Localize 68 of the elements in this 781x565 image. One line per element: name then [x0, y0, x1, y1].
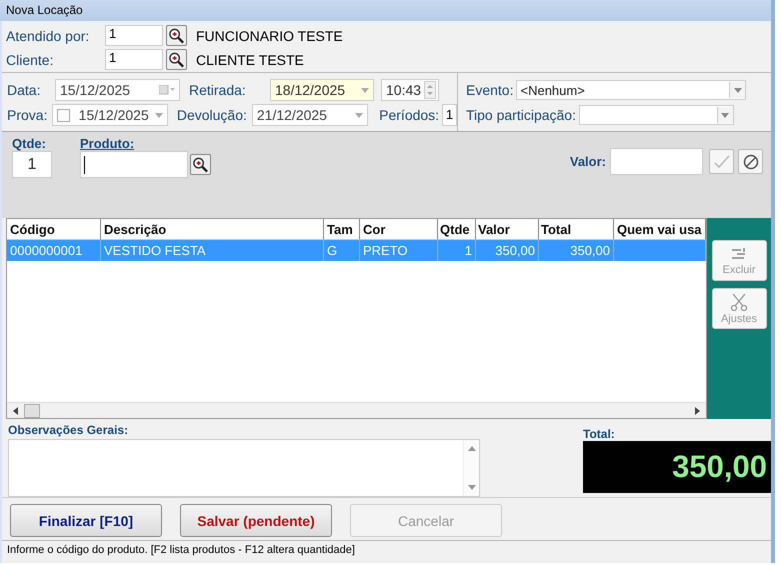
horizontal-scrollbar[interactable]: [7, 402, 706, 418]
table-cell: 350,00: [476, 240, 539, 261]
table-cell: 350,00: [539, 240, 614, 261]
person-name: CLIENTE TESTE: [196, 52, 304, 68]
field-label: Data:: [7, 82, 42, 98]
field-label: Qtde:: [12, 136, 47, 151]
field-label: Devolução:: [176, 107, 248, 123]
person-name: FUNCIONARIO TESTE: [196, 28, 343, 44]
quantity-field[interactable]: 1: [12, 151, 52, 178]
check-icon: [714, 154, 730, 168]
dropdown-icon: [355, 112, 364, 118]
date-field[interactable]: 15/12/2025: [52, 104, 168, 126]
total-display: 350,00: [583, 441, 771, 493]
table-cell: 0000000001: [7, 240, 101, 261]
status-bar: Informe o código do produto. [F2 lista produtos - F12 altera quantidade]: [2, 540, 771, 561]
field-label: Evento:: [466, 82, 514, 98]
action-button[interactable]: Finalizar [F10]: [10, 504, 162, 537]
field-label: Cliente:: [6, 52, 54, 68]
delete-rows-icon: [730, 246, 748, 262]
cancel-button[interactable]: [738, 149, 763, 174]
scroll-left-icon: [13, 406, 18, 414]
spinner-icon: [424, 81, 436, 99]
window-title: Nova Locação: [6, 3, 83, 17]
search-icon: [192, 156, 209, 174]
dropdown-icon: [361, 88, 369, 92]
search-button[interactable]: [166, 49, 187, 70]
dropdown-icon: [154, 112, 163, 118]
vertical-scrollbar[interactable]: [463, 440, 479, 496]
table-cell: VESTIDO FESTA: [101, 240, 324, 261]
table-cell: G: [324, 240, 360, 261]
field-label: Períodos:: [379, 107, 440, 123]
scroll-down-icon: [468, 485, 476, 490]
scroll-thumb[interactable]: [24, 404, 40, 418]
table-cell: PRETO: [360, 240, 438, 261]
scroll-up-icon: [468, 446, 476, 451]
price-field[interactable]: [610, 148, 703, 175]
participation-dropdown[interactable]: [578, 105, 734, 125]
code-field[interactable]: 1: [105, 25, 163, 46]
dropdown-icon: [734, 88, 742, 92]
event-dropdown[interactable]: <Nenhum>: [516, 80, 746, 100]
search-icon: [168, 50, 185, 68]
date-field[interactable]: 15/12/2025: [55, 79, 180, 101]
calendar-icon: [159, 85, 175, 95]
field-label: Produto:: [80, 136, 136, 151]
action-button[interactable]: Salvar (pendente): [180, 504, 332, 537]
field-label: Atendido por:: [6, 28, 90, 44]
checkbox[interactable]: [56, 108, 70, 122]
field-label: Prova:: [7, 107, 48, 123]
total-label: Total:: [583, 427, 616, 441]
field-label: Tipo participação:: [466, 107, 576, 123]
field-label: Valor:: [570, 154, 606, 169]
date-field[interactable]: 21/12/2025: [252, 104, 368, 126]
search-icon: [168, 26, 185, 44]
search-button[interactable]: [166, 25, 187, 46]
prohibited-icon: [742, 154, 758, 170]
table-cell: 1: [438, 240, 476, 261]
scissors-icon: [730, 292, 748, 310]
dropdown-icon: [721, 112, 730, 118]
product-field[interactable]: [80, 151, 188, 178]
search-button[interactable]: [190, 154, 211, 175]
notes-field[interactable]: [8, 439, 480, 497]
periods-field[interactable]: 1: [442, 104, 458, 126]
date-field[interactable]: 18/12/2025: [270, 79, 374, 101]
notes-label: Observações Gerais:: [8, 423, 130, 437]
code-field[interactable]: 1: [105, 49, 163, 70]
time-field[interactable]: 10:43: [381, 79, 439, 101]
field-label: Retirada:: [189, 82, 247, 98]
scroll-right-icon: [695, 406, 700, 414]
